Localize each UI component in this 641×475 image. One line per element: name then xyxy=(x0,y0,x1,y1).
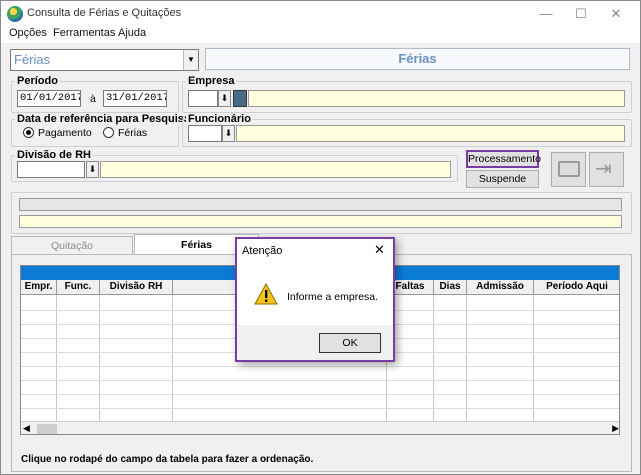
suspende-button[interactable]: Suspende xyxy=(466,170,539,188)
scroll-thumb[interactable] xyxy=(37,424,57,434)
funcionario-code-field[interactable] xyxy=(188,125,222,142)
dialog-footer: OK xyxy=(237,325,393,360)
funcionario-label: Funcionário xyxy=(186,113,253,125)
grid-line xyxy=(433,295,434,434)
header-label: Férias xyxy=(205,48,630,70)
grid-line xyxy=(99,295,100,434)
data-ref-label: Data de referência para Pesquisa xyxy=(15,113,193,125)
radio-ferias-label: Férias xyxy=(118,127,148,139)
warning-icon xyxy=(254,283,278,305)
export-icon: ⇥ xyxy=(595,158,612,180)
progress-bar xyxy=(19,198,622,211)
radio-pagamento-label: Pagamento xyxy=(38,127,92,139)
radio-ferias[interactable] xyxy=(103,127,114,138)
search-person-icon[interactable] xyxy=(233,90,247,107)
printer-icon xyxy=(558,161,580,177)
menu-bar: Opções Ferramentas Ajuda xyxy=(1,25,640,43)
dialog-close-button[interactable]: ✕ xyxy=(374,242,385,258)
periodo-start-field[interactable]: 01/01/2017 xyxy=(17,90,81,107)
footer-hint: Clique no rodapé do campo da tabela para… xyxy=(21,454,314,465)
dialog-title: Atenção xyxy=(242,245,283,257)
divisao-code-field[interactable] xyxy=(17,161,85,178)
type-select-value: Férias xyxy=(14,52,51,67)
empresa-name-field[interactable] xyxy=(248,90,625,107)
window-title: Consulta de Férias e Quitações xyxy=(27,7,182,19)
app-icon xyxy=(7,6,23,22)
grid-row-line xyxy=(21,394,619,395)
tab-quitacao[interactable]: Quitação xyxy=(11,236,133,255)
periodo-separator: à xyxy=(90,93,96,105)
grid-row-line xyxy=(21,408,619,409)
processamento-button[interactable]: Processamento xyxy=(466,150,541,168)
chevron-down-icon[interactable]: ▼ xyxy=(183,50,198,70)
download-icon[interactable]: ⬇ xyxy=(218,90,231,107)
main-window: Consulta de Férias e Quitações — ☐ ✕ Opç… xyxy=(0,0,641,475)
empresa-label: Empresa xyxy=(186,75,237,87)
grid-line xyxy=(533,295,534,434)
menu-ajuda[interactable]: Ajuda xyxy=(118,27,146,39)
scroll-right-icon[interactable]: ▶ xyxy=(612,423,619,434)
menu-opcoes[interactable]: Opções xyxy=(9,27,47,39)
divisao-name-field[interactable] xyxy=(100,161,451,178)
printer-button[interactable] xyxy=(551,152,586,187)
col-dias[interactable]: Dias xyxy=(434,280,467,295)
type-select[interactable]: Férias ▼ xyxy=(10,49,199,71)
title-bar: Consulta de Férias e Quitações — ☐ ✕ xyxy=(1,1,640,27)
col-periodo-aquisitivo[interactable]: Período Aqui xyxy=(534,280,619,295)
divisao-label: Divisão de RH xyxy=(15,149,93,161)
col-func[interactable]: Func. xyxy=(57,280,100,295)
grid-line xyxy=(172,295,173,434)
minimize-button[interactable]: — xyxy=(531,1,561,27)
dialog-title-bar: Atenção ✕ xyxy=(237,239,393,263)
grid-row-line xyxy=(21,366,619,367)
periodo-end-field[interactable]: 31/01/2017 xyxy=(103,90,167,107)
grid-line xyxy=(56,295,57,434)
close-button[interactable]: ✕ xyxy=(601,1,631,27)
funcionario-name-field[interactable] xyxy=(236,125,625,142)
col-divisao-rh[interactable]: Divisão RH xyxy=(100,280,173,295)
col-empr[interactable]: Empr. xyxy=(21,280,57,295)
grid-line xyxy=(466,295,467,434)
dialog-message: Informe a empresa. xyxy=(287,291,379,303)
radio-pagamento[interactable] xyxy=(23,127,34,138)
scroll-left-icon[interactable]: ◀ xyxy=(23,423,30,434)
download-icon[interactable]: ⬇ xyxy=(86,161,99,178)
menu-ferramentas[interactable]: Ferramentas xyxy=(53,27,115,39)
grid-row-line xyxy=(21,380,619,381)
horizontal-scrollbar[interactable]: ◀ ▶ xyxy=(21,421,619,434)
export-button[interactable]: ⇥ xyxy=(589,152,624,187)
alert-dialog: Atenção ✕ Informe a empresa. OK xyxy=(235,237,395,362)
download-icon[interactable]: ⬇ xyxy=(222,125,235,142)
maximize-button[interactable]: ☐ xyxy=(566,1,596,27)
periodo-label: Período xyxy=(15,75,60,87)
status-text-field xyxy=(19,215,622,228)
empresa-code-field[interactable] xyxy=(188,90,218,107)
col-admissao[interactable]: Admissão xyxy=(467,280,534,295)
ok-button[interactable]: OK xyxy=(319,333,381,353)
